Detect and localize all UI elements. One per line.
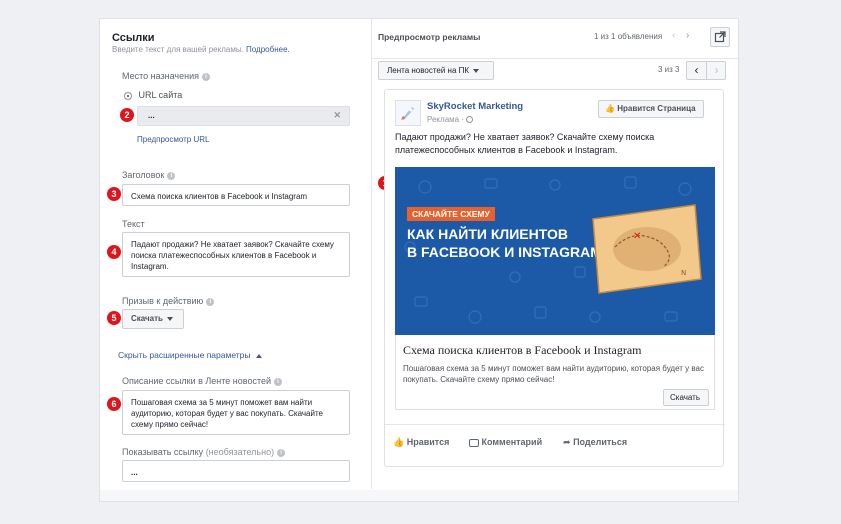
badge-3: 3 (107, 187, 121, 201)
globe-icon (466, 116, 474, 124)
chevron-up-icon (255, 353, 262, 358)
display-link-optional: (необязательно) (205, 447, 275, 457)
preview-url-link[interactable]: Предпросмотр URL (137, 135, 209, 144)
pager-buttons: ‹ › (686, 61, 726, 80)
info-icon[interactable]: i (201, 72, 210, 81)
headline-label-text: Заголовок (122, 170, 165, 180)
url-radio-row[interactable]: URL сайта (124, 90, 182, 100)
links-subtitle: Введите текст для вашей рекламы. Подробн… (112, 45, 290, 54)
actions-divider (385, 424, 725, 425)
ad-editor-card: Ссылки Введите текст для вашей рекламы. … (99, 18, 740, 499)
url-radio-label: URL сайта (138, 90, 183, 100)
sponsored-text: Реклама · (427, 115, 464, 124)
url-input[interactable]: ... ✕ (137, 106, 350, 126)
thumbs-up-icon: 👍 (605, 104, 615, 113)
ad-body: Падают продажи? Не хватает заявок? Скача… (395, 132, 655, 155)
destination-label-text: Место назначения (122, 71, 199, 81)
like-action-label: Нравится (406, 437, 450, 447)
like-action[interactable]: 👍 Нравится (393, 437, 449, 448)
news-desc-label: Описание ссылки в Ленте новостей i (122, 376, 283, 386)
card-footer (99, 490, 739, 502)
info-icon[interactable]: i (274, 377, 283, 386)
ad-headline: Схема поиска клиентов в Facebook и Insta… (403, 343, 642, 357)
cta-dropdown[interactable]: Скачать (122, 309, 184, 329)
cta-label: Призыв к действию i (122, 296, 215, 306)
preview-pager: 3 из 3 (658, 65, 680, 74)
hide-advanced-toggle[interactable]: Скрыть расширенные параметры (118, 350, 262, 360)
cta-dropdown-value: Скачать (131, 314, 163, 323)
svg-text:N: N (681, 269, 686, 277)
links-title: Ссылки (112, 32, 155, 44)
badge-4: 4 (107, 245, 121, 259)
treasure-map-icon: ✕ N (592, 204, 702, 294)
banner-line-1: КАК НАЙТИ КЛИЕНТОВ (407, 226, 568, 242)
pager-next-icon[interactable]: › (707, 62, 726, 79)
destination-label: Место назначения i (122, 71, 210, 81)
next-ad-icon[interactable]: › (686, 30, 689, 41)
placement-dropdown[interactable]: Лента новостей на ПК (378, 61, 494, 80)
chevron-down-icon (166, 316, 173, 321)
badge-6: 6 (107, 397, 121, 411)
headline-input[interactable]: Схема поиска клиентов в Facebook и Insta… (122, 184, 350, 206)
banner-tag: СКАЧАЙТЕ СХЕМУ (407, 207, 495, 221)
share-action[interactable]: ➦ Поделиться (563, 437, 627, 448)
ad-banner-image[interactable]: СКАЧАЙТЕ СХЕМУ КАК НАЙТИ КЛИЕНТОВ В FACE… (395, 167, 715, 335)
sponsored-label: Реклама · (427, 115, 474, 124)
links-panel: Ссылки Введите текст для вашей рекламы. … (100, 19, 372, 499)
open-external-button[interactable] (710, 27, 730, 47)
news-desc-textarea[interactable]: Пошаговая схема за 5 минут поможет вам н… (122, 390, 350, 435)
comment-icon (469, 438, 479, 447)
display-link-input[interactable]: ... (122, 460, 350, 482)
preview-title: Предпросмотр рекламы (378, 32, 481, 42)
radio-icon[interactable] (124, 91, 132, 100)
rocket-logo-icon (401, 107, 414, 120)
hide-advanced-label: Скрыть расширенные параметры (118, 350, 251, 360)
news-desc-label-text: Описание ссылки в Ленте новостей (122, 376, 272, 386)
learn-more-link[interactable]: Подробнее. (246, 45, 290, 54)
external-link-icon (714, 31, 726, 43)
text-textarea[interactable]: Падают продажи? Не хватает заявок? Скача… (122, 232, 350, 277)
display-link-label-text: Показывать ссылку (122, 447, 204, 457)
clear-icon[interactable]: ✕ (333, 110, 341, 121)
share-icon: ➦ (563, 437, 571, 447)
comment-action[interactable]: Комментарий (469, 437, 542, 447)
preview-header: Предпросмотр рекламы 1 из 1 объявления ‹… (372, 19, 740, 59)
prev-ad-icon[interactable]: ‹ (672, 30, 675, 41)
ad-link-box[interactable]: Схема поиска клиентов в Facebook и Insta… (395, 335, 715, 410)
chevron-down-icon (473, 68, 480, 73)
info-icon[interactable]: i (277, 448, 286, 457)
page-avatar[interactable] (395, 100, 421, 126)
placement-value: Лента новостей на ПК (387, 66, 470, 75)
like-page-button[interactable]: 👍 Нравится Страница (598, 100, 704, 118)
badge-2: 2 (120, 108, 134, 122)
thumbs-up-icon: 👍 (393, 437, 405, 447)
headline-label: Заголовок i (122, 170, 176, 180)
svg-text:✕: ✕ (633, 231, 641, 242)
cta-label-text: Призыв к действию (122, 296, 204, 306)
ad-preview: SkyRocket Marketing Реклама · 👍 Нравится… (384, 89, 725, 467)
ad-preview-panel: Предпросмотр рекламы 1 из 1 объявления ‹… (372, 19, 740, 499)
display-link-label: Показывать ссылку (необязательно) i (122, 447, 286, 457)
page-name[interactable]: SkyRocket Marketing (427, 101, 523, 112)
links-subtitle-text: Введите текст для вашей рекламы. (112, 45, 244, 54)
comment-action-label: Комментарий (481, 437, 543, 447)
text-label: Текст (122, 219, 145, 229)
ad-description: Пошаговая схема за 5 минут поможет вам н… (403, 364, 704, 384)
ad-cta-button[interactable]: Скачать (663, 389, 709, 406)
ad-count: 1 из 1 объявления (594, 32, 663, 41)
banner-line-2: В FACEBOOK И INSTAGRAM (407, 244, 602, 260)
info-icon[interactable]: i (206, 297, 215, 306)
badge-5: 5 (107, 311, 121, 325)
url-input-value: ... (148, 111, 155, 120)
share-action-label: Поделиться (573, 437, 628, 447)
like-page-label: Нравится Страница (617, 104, 696, 113)
info-icon[interactable]: i (167, 171, 176, 180)
pager-prev-icon[interactable]: ‹ (687, 62, 707, 79)
